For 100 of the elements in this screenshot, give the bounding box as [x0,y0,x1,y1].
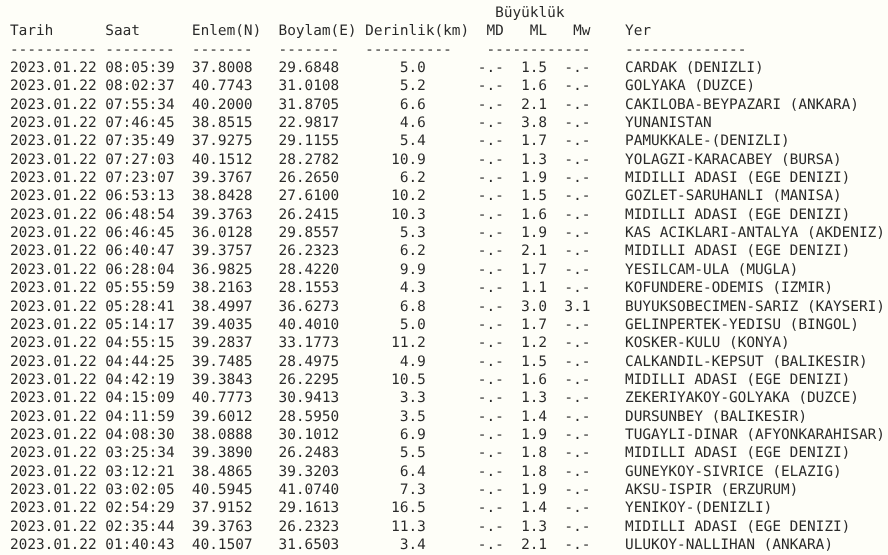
table-cell: 40.1512 [192,150,253,170]
table-cell: 1.7 [521,260,548,280]
table-cell: DURSUNBEY (BALIKESIR) [625,408,807,426]
table-cell: 31.6503 [278,536,340,554]
table-cell: 04:15:09 [105,389,175,408]
table-cell: MIDILLI ADASI (EGE DENIZI) [625,206,850,224]
table-cell: CALKANDIL-KEPSUT (BALIKESIR) [625,352,868,371]
table-cell: 5.2 [400,77,426,96]
table-cell: 07:35:49 [105,132,175,151]
table-cell: 5.0 [400,59,426,78]
table-cell: 05:28:41 [105,298,175,316]
table-cell: -.- [564,352,590,371]
table-cell: 39.3203 [278,462,340,481]
table-cell: 06:28:04 [105,260,175,280]
table-cell: 2023.01.22 [10,499,97,518]
table-cell: 2023.01.22 [10,536,97,554]
table-cell: 3.8 [521,114,548,132]
table-cell: -.- [564,169,590,188]
table-cell: 3.3 [400,389,426,408]
table-cell: -.- [478,298,504,316]
table-cell: 1.8 [521,462,548,481]
table-cell: 1.5 [521,59,548,78]
table-cell: 4.3 [400,279,426,298]
table-cell: 02:35:44 [105,518,175,536]
table-cell: 3.0 [521,298,548,316]
table-cell: 2023.01.22 [10,132,97,151]
table-cell: 05:55:59 [105,279,175,298]
table-cell: 05:14:17 [105,316,175,334]
table-cell: -.- [564,150,590,170]
table-cell: -.- [564,480,590,500]
table-cell: YOLAGZI-KARACABEY (BURSA) [625,150,842,170]
table-cell: 1.6 [521,370,548,390]
table-cell: 39.3767 [192,169,253,188]
table-cell: MIDILLI ADASI (EGE DENIZI) [625,370,850,390]
table-cell: -.- [478,96,504,114]
table-cell: 2023.01.22 [10,408,97,426]
table-cell: 07:55:34 [105,96,175,114]
table-cell: 9.9 [400,260,426,280]
table-cell: -.- [564,132,590,151]
table-cell: -.- [564,77,590,96]
table-cell: 06:40:47 [105,242,175,261]
table-cell: 4.9 [400,352,426,371]
table-cell: -.- [564,316,590,334]
table-cell: -.- [478,260,504,280]
table-cell: 07:46:45 [105,114,175,132]
table-cell: 3.4 [400,536,426,554]
table-cell: 39.2837 [192,334,253,353]
table-cell: 1.4 [521,408,548,426]
table-cell: -.- [478,370,504,390]
table-cell: 3.1 [564,298,590,316]
column-header: Yer [625,22,652,41]
table-cell: 10.9 [391,150,426,170]
table-cell: 38.4997 [192,298,253,316]
table-cell: -.- [478,206,504,224]
table-cell: 28.5950 [278,408,340,426]
table-cell: 2023.01.22 [10,316,97,334]
table-cell: 07:27:03 [105,150,175,170]
column-header: Boylam(E) [278,22,358,41]
table-cell: 11.3 [391,518,426,536]
table-cell: 2023.01.22 [10,352,97,371]
table-cell: 6.2 [400,242,426,261]
table-cell: 16.5 [391,499,426,518]
table-cell: 2023.01.22 [10,96,97,114]
table-cell: 40.7773 [192,389,253,408]
table-cell: GOLYAKA (DUZCE) [625,77,756,96]
table-cell: -.- [478,187,504,206]
table-cell: 5.4 [400,132,426,151]
table-cell: -.- [478,462,504,481]
table-cell: -.- [564,370,590,390]
table-cell: 31.8705 [278,96,340,114]
table-cell: 39.4035 [192,316,253,334]
table-cell: 07:23:07 [105,169,175,188]
table-cell: -.- [478,426,504,444]
column-header: Tarih [10,22,54,41]
table-cell: 36.0128 [192,224,253,242]
table-cell: 29.6848 [278,59,340,78]
table-cell: 1.9 [521,169,548,188]
table-cell: -.- [478,499,504,518]
table-cell: -.- [564,260,590,280]
table-cell: 5.5 [400,444,426,463]
dash-rule: ------- [278,42,340,58]
table-cell: -.- [478,59,504,78]
table-cell: 28.1553 [278,279,340,298]
table-cell: 6.4 [400,462,426,481]
table-cell: BUYUKSOBECIMEN-SARIZ (KAYSERI) [625,298,885,316]
table-cell: 26.2415 [278,206,340,224]
table-cell: ZEKERIYAKOY-GOLYAKA (DUZCE) [625,389,859,408]
table-cell: 11.2 [391,334,426,353]
table-cell: 39.3843 [192,370,253,390]
table-cell: 39.3763 [192,206,253,224]
table-cell: KOFUNDERE-ODEMIS (IZMIR) [625,279,833,298]
table-cell: -.- [478,334,504,353]
dash-rule: ---------- [365,42,452,58]
table-cell: 06:48:54 [105,206,175,224]
table-cell: 28.2782 [278,150,340,170]
table-cell: MIDILLI ADASI (EGE DENIZI) [625,242,850,261]
table-cell: 38.8428 [192,187,253,206]
table-cell: -.- [564,408,590,426]
table-cell: MIDILLI ADASI (EGE DENIZI) [625,518,850,536]
table-cell: -.- [478,536,504,554]
